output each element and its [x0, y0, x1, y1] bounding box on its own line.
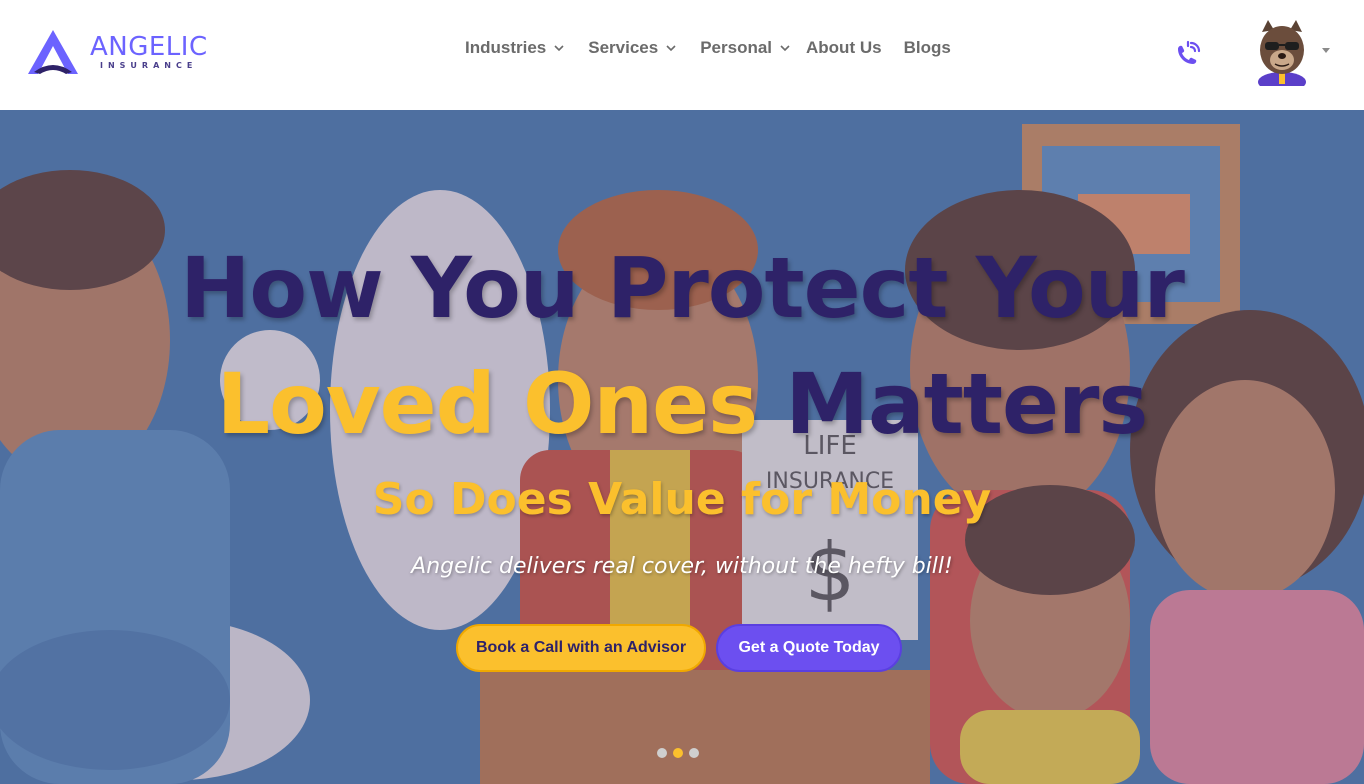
- main-nav: Industries Services Personal About Us Bl…: [465, 38, 973, 58]
- carousel-dots: [657, 748, 705, 758]
- brand-subtitle: INSURANCE: [100, 61, 198, 70]
- carousel-dot[interactable]: [689, 748, 699, 758]
- hero-headline-rest: Matters: [785, 355, 1148, 453]
- hero-headline-highlight: Loved Ones: [216, 355, 759, 453]
- mascot-avatar-icon[interactable]: [1252, 18, 1312, 86]
- nav-item-about-us[interactable]: About Us: [806, 38, 882, 58]
- site-header: ANGELIC INSURANCE Industries Services Pe…: [0, 0, 1364, 110]
- brand-logo[interactable]: ANGELIC INSURANCE: [26, 28, 208, 76]
- hero-headline-line2: Loved Ones Matters: [0, 356, 1364, 452]
- nav-item-personal[interactable]: Personal: [700, 38, 790, 58]
- brand-name: ANGELIC: [90, 32, 208, 62]
- hero-banner: LIFE INSURANCE $ How You Protect Your Lo…: [0, 110, 1364, 784]
- hero-subheadline: So Does Value for Money: [372, 474, 992, 525]
- nav-item-label: About Us: [806, 38, 882, 57]
- nav-item-label: Services: [588, 38, 659, 57]
- avatar-dropdown-caret[interactable]: [1322, 48, 1330, 53]
- get-quote-button[interactable]: Get a Quote Today: [716, 624, 902, 672]
- nav-item-industries[interactable]: Industries: [465, 38, 564, 58]
- hero-tagline: Angelic delivers real cover, without the…: [411, 554, 953, 579]
- carousel-dot[interactable]: [657, 748, 667, 758]
- book-call-button[interactable]: Book a Call with an Advisor: [456, 624, 706, 672]
- nav-item-label: Blogs: [903, 38, 951, 57]
- chevron-down-icon: [554, 45, 564, 52]
- nav-item-services[interactable]: Services: [588, 38, 676, 58]
- nav-item-label: Industries: [465, 38, 547, 57]
- nav-item-label: Personal: [700, 38, 773, 57]
- hero-headline-line1: How You Protect Your: [180, 239, 1185, 337]
- angelic-a-logo-icon: [28, 30, 78, 74]
- chevron-down-icon: [666, 45, 676, 52]
- nav-item-blogs[interactable]: Blogs: [904, 38, 951, 58]
- chevron-down-icon: [780, 45, 790, 52]
- phone-ringing-icon[interactable]: [1174, 38, 1204, 68]
- carousel-dot-active[interactable]: [673, 748, 683, 758]
